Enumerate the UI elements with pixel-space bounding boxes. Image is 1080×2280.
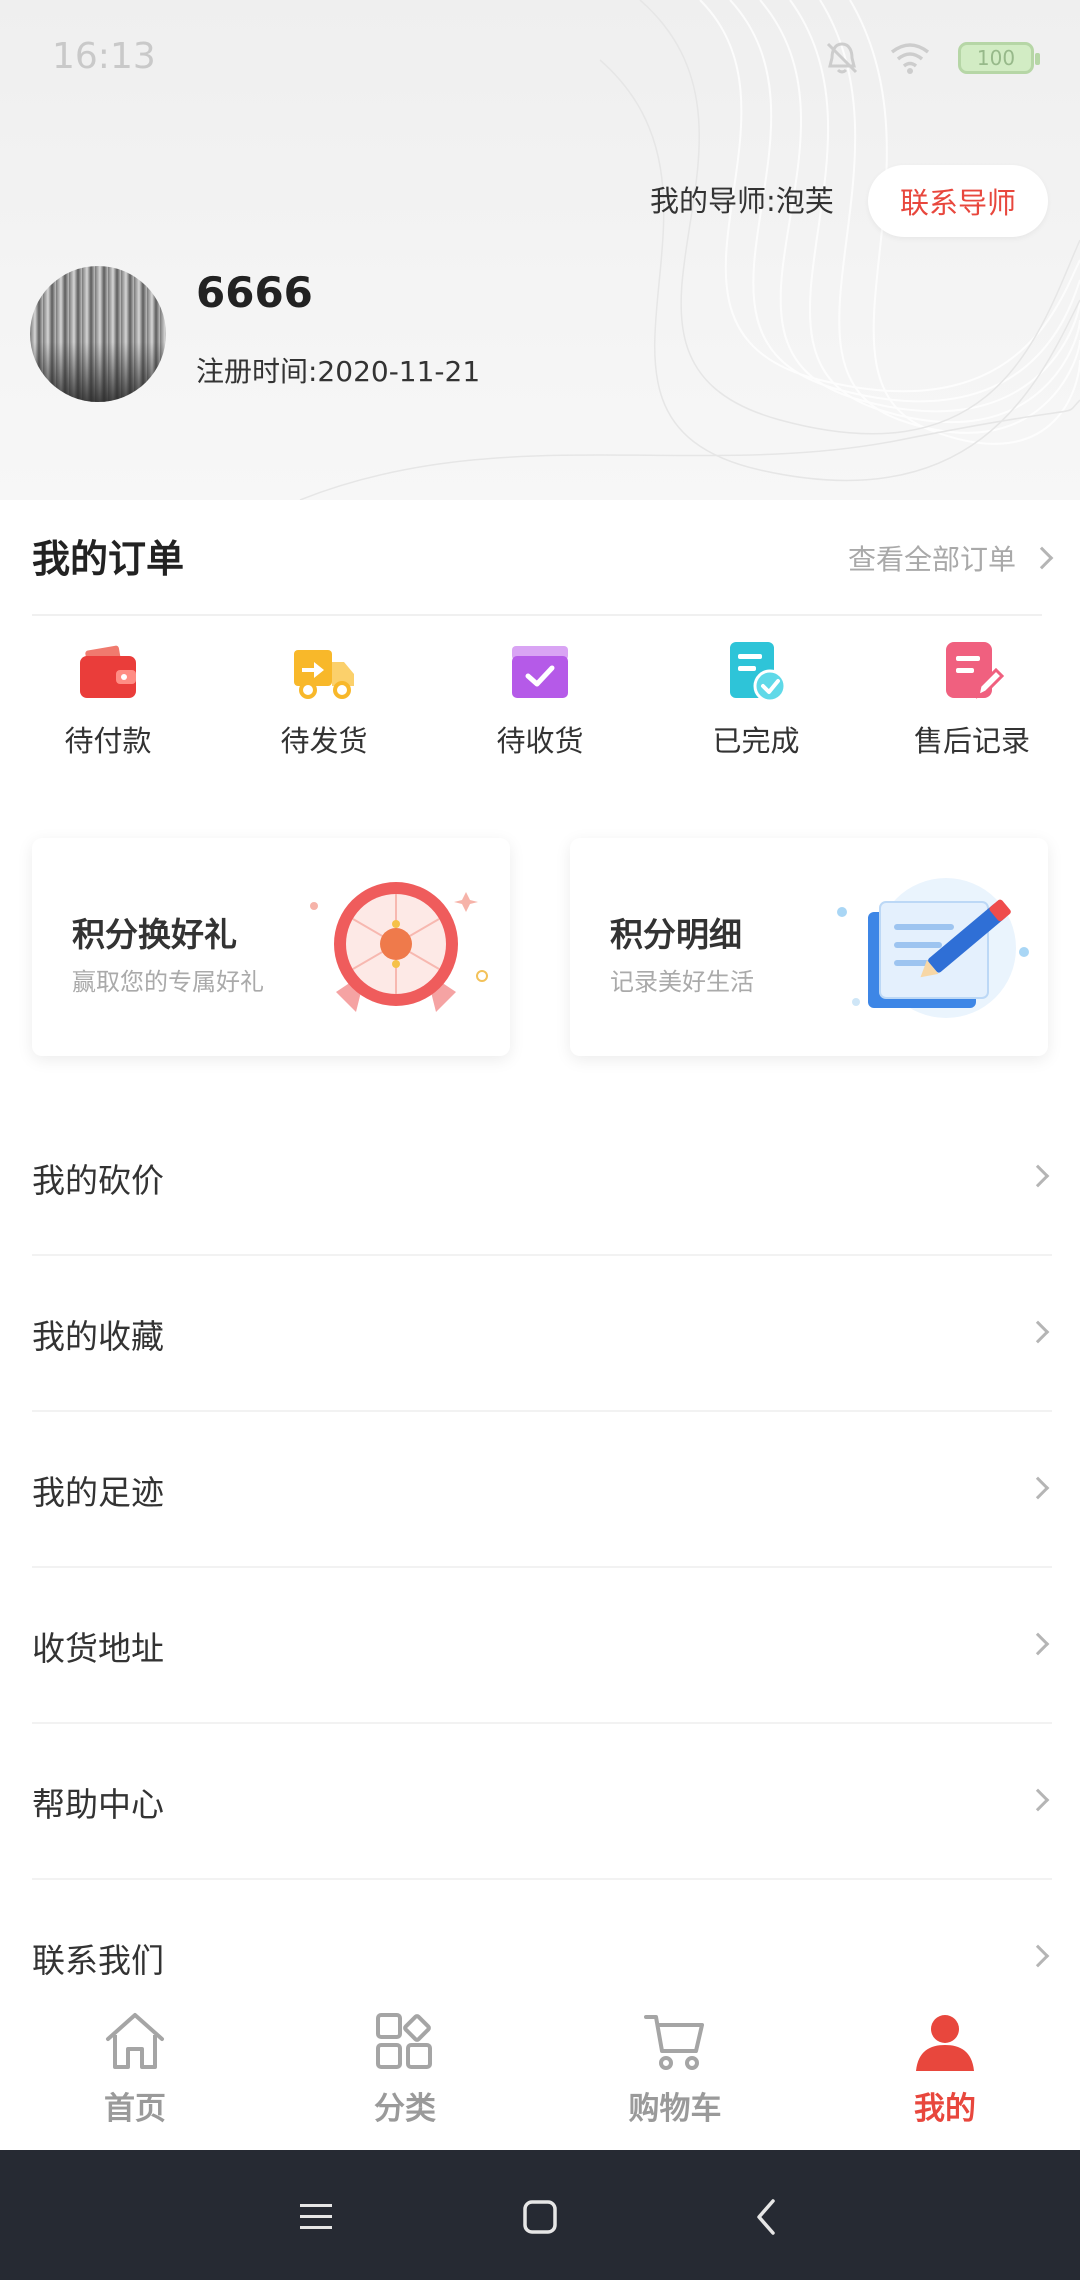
points-exchange-card[interactable]: 积分换好礼 赢取您的专属好礼: [32, 838, 510, 1056]
chevron-right-icon: [1030, 546, 1054, 570]
order-status-pending-payment[interactable]: 待付款: [0, 640, 216, 760]
order-status-pending-shipment[interactable]: 待发货: [216, 640, 432, 760]
chevron-right-icon: [1026, 1320, 1050, 1344]
order-status-completed[interactable]: 已完成: [648, 640, 864, 760]
mute-icon: [826, 42, 858, 74]
contact-mentor-button[interactable]: 联系导师: [868, 165, 1048, 237]
cart-icon: [644, 2015, 704, 2070]
menu-item-label: 联系我们: [32, 1941, 164, 1980]
home-icon: [106, 2013, 164, 2069]
order-status-label: 已完成: [712, 724, 800, 758]
back-arrow-icon: [757, 2199, 775, 2235]
chevron-right-icon: [1026, 1476, 1050, 1500]
menu-item-help-center[interactable]: 帮助中心: [0, 1724, 1080, 1880]
chevron-right-icon: [1026, 1788, 1050, 1812]
menu-item-shipping-address[interactable]: 收货地址: [0, 1568, 1080, 1724]
battery-icon: 100: [958, 42, 1040, 74]
divider: [32, 614, 1042, 616]
orders-title: 我的订单: [32, 537, 185, 581]
view-all-orders-label: 查看全部订单: [847, 543, 1016, 576]
bottom-tab-bar: 首页 分类 购物车 我的: [0, 1995, 1080, 2150]
username: 6666: [196, 268, 313, 317]
profile-header: 16:13 100 我的导师:泡芙 联系导师 6666 注册时间:2020-11…: [0, 0, 1080, 500]
tab-label: 首页: [104, 2091, 166, 2127]
menu-item-label: 我的砍价: [32, 1161, 164, 1200]
menu-item-label: 我的足迹: [32, 1473, 164, 1512]
menu-item-bargain[interactable]: 我的砍价: [0, 1100, 1080, 1256]
card-title: 积分换好礼: [72, 915, 237, 954]
chevron-right-icon: [1026, 1164, 1050, 1188]
order-status-pending-receipt[interactable]: 待收货: [432, 640, 648, 760]
battery-level: 100: [976, 46, 1016, 70]
tab-cart[interactable]: 购物车: [540, 2009, 810, 2128]
wallet-icon: [80, 645, 136, 698]
menu-item-label: 我的收藏: [32, 1317, 164, 1356]
menu-item-label: 帮助中心: [32, 1785, 164, 1824]
avatar[interactable]: [30, 266, 166, 402]
menu-item-favorites[interactable]: 我的收藏: [0, 1256, 1080, 1412]
tab-label: 分类: [374, 2091, 436, 2127]
system-navigation-bar: [0, 2150, 1080, 2280]
status-bar: 16:13 100: [0, 0, 1080, 118]
tab-home[interactable]: 首页: [0, 2009, 270, 2128]
order-status-label: 待付款: [64, 724, 152, 758]
category-icon: [376, 2013, 432, 2069]
menu-button[interactable]: [276, 2182, 356, 2252]
note-edit-icon: [946, 642, 1004, 699]
tab-label: 购物车: [628, 2091, 722, 2127]
square-home-icon: [523, 2200, 557, 2234]
menu-item-label: 收货地址: [32, 1629, 164, 1668]
order-status-label: 售后记录: [913, 724, 1030, 758]
hamburger-menu-icon: [300, 2204, 332, 2229]
card-subtitle: 赢取您的专属好礼: [72, 968, 264, 996]
card-title: 积分明细: [610, 915, 742, 954]
card-subtitle: 记录美好生活: [610, 968, 754, 996]
tab-mine[interactable]: 我的: [810, 2009, 1080, 2128]
status-time: 16:13: [52, 36, 156, 77]
order-status-label: 待收货: [496, 724, 584, 758]
order-status-after-sales[interactable]: 售后记录: [864, 640, 1080, 760]
user-icon: [916, 2015, 974, 2071]
notebook-pencil-icon: [837, 878, 1029, 1018]
box-icon: [512, 646, 568, 698]
wifi-icon: [890, 43, 930, 74]
points-detail-card[interactable]: 积分明细 记录美好生活: [570, 838, 1048, 1056]
chevron-right-icon: [1026, 1944, 1050, 1968]
prize-wheel-icon: [310, 882, 488, 1012]
back-button[interactable]: [726, 2182, 806, 2252]
mentor-name: 我的导师:泡芙: [650, 184, 834, 218]
tab-category[interactable]: 分类: [270, 2009, 540, 2128]
order-status-label: 待发货: [280, 724, 368, 758]
menu-item-footprints[interactable]: 我的足迹: [0, 1412, 1080, 1568]
document-check-icon: [730, 642, 787, 703]
tab-label: 我的: [914, 2091, 976, 2127]
truck-icon: [294, 650, 354, 699]
home-button[interactable]: [500, 2182, 580, 2252]
order-status-row: 待付款 待发货 待收货 已完成 售后记录: [0, 640, 1080, 780]
view-all-orders-link[interactable]: 查看全部订单: [847, 538, 1054, 578]
register-date: 注册时间:2020-11-21: [196, 355, 481, 388]
chevron-right-icon: [1026, 1632, 1050, 1656]
